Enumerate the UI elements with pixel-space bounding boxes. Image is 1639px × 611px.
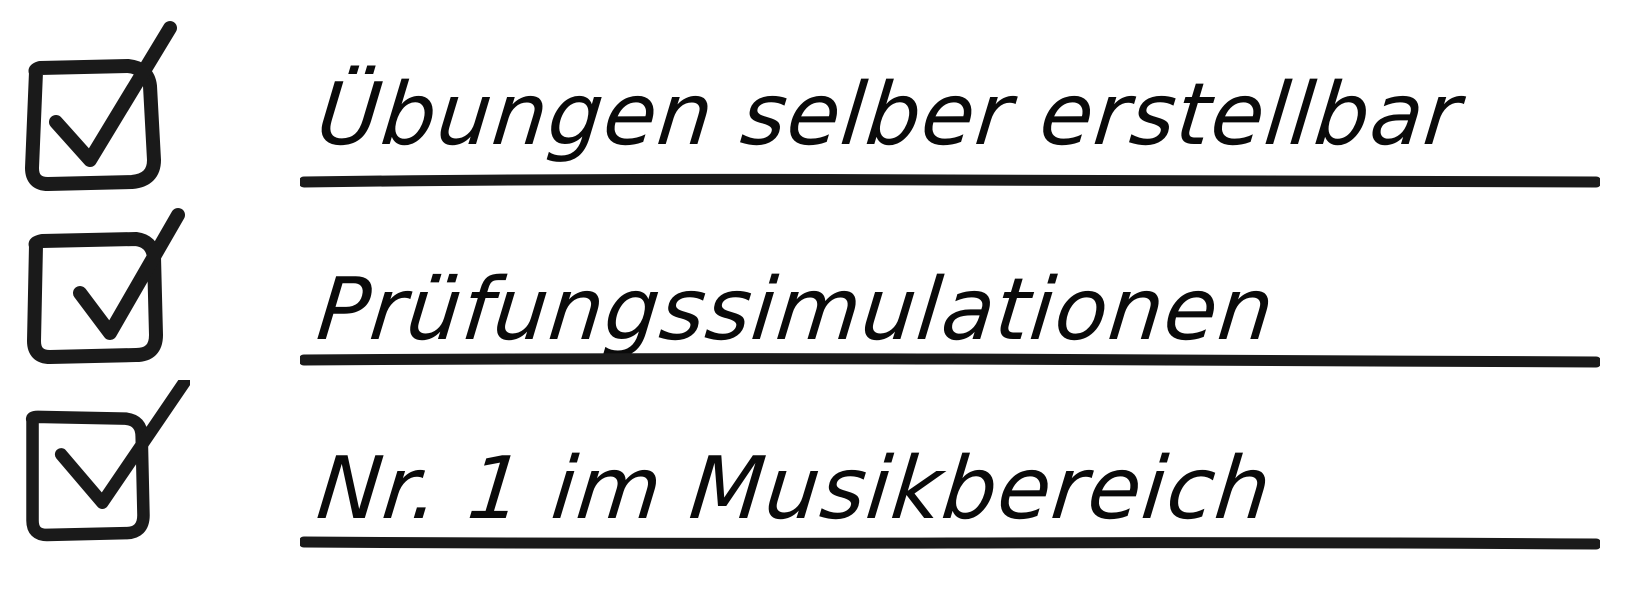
underline: [300, 532, 1600, 554]
checklist-item: Nr. 1 im Musikbereich: [0, 380, 1639, 570]
checklist: Übungen selber erstellbar Prüfungssimula…: [0, 0, 1639, 611]
item-label: Übungen selber erstellbar: [312, 65, 1467, 165]
item-label: Nr. 1 im Musikbereich: [312, 439, 1277, 539]
underline: [300, 350, 1600, 372]
checkbox-checked-icon: [20, 380, 190, 570]
item-label: Prüfungssimulationen: [312, 260, 1280, 360]
checkbox-checked-icon: [20, 10, 190, 200]
checkbox-checked-icon: [20, 205, 190, 395]
underline: [300, 170, 1600, 192]
checklist-item: Prüfungssimulationen: [0, 195, 1639, 385]
checklist-item: Übungen selber erstellbar: [0, 0, 1639, 192]
